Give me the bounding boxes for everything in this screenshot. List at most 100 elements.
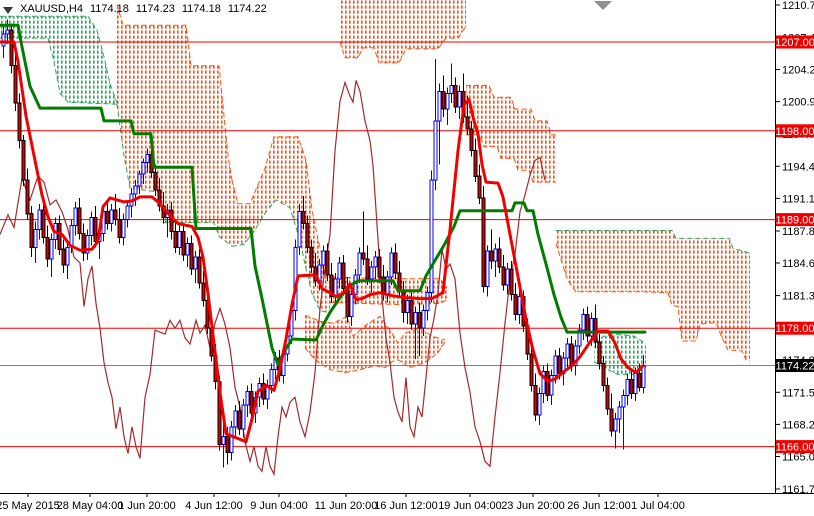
time-tick-label: 23 Jun 20:00 xyxy=(501,500,565,512)
level-price-label: 1207.00 xyxy=(775,36,814,50)
candle xyxy=(230,427,233,453)
candle xyxy=(486,251,489,287)
candle xyxy=(46,237,49,259)
candle xyxy=(358,253,361,275)
candle xyxy=(626,380,629,396)
candle xyxy=(234,411,237,427)
time-tick-label: 25 May 2015 xyxy=(0,500,60,512)
price-tick-label: 1184.60 xyxy=(782,258,814,270)
price-tick-label: 1194.40 xyxy=(782,161,814,173)
level-price-label-text: 1207.00 xyxy=(775,37,814,49)
candle xyxy=(466,117,469,129)
candle xyxy=(178,232,181,248)
price-tick-label: 1210.75 xyxy=(782,0,814,12)
candle xyxy=(618,407,621,419)
candle xyxy=(566,344,569,358)
candle xyxy=(182,232,185,256)
ohlc-open: 1174.18 xyxy=(90,3,129,15)
candle xyxy=(94,218,97,242)
candle xyxy=(410,301,413,325)
candle xyxy=(370,267,373,279)
level-price-label: 1198.00 xyxy=(776,124,814,138)
price-chart[interactable]: 1210.751207.451204.201200.951197.701194.… xyxy=(0,0,814,516)
candle xyxy=(66,247,69,265)
time-tick-label: 1 Jun 20:00 xyxy=(118,500,176,512)
candle xyxy=(186,243,189,255)
candle xyxy=(638,374,641,388)
time-tick-label: 28 May 04:00 xyxy=(57,500,124,512)
ohlc-low: 1174.18 xyxy=(182,3,221,15)
level-price-label-text: 1166.00 xyxy=(776,442,814,454)
candle xyxy=(306,224,309,248)
candle xyxy=(6,30,9,34)
candle xyxy=(406,301,409,313)
candle xyxy=(14,66,17,104)
candle xyxy=(418,312,421,328)
level-price-label-text: 1189.00 xyxy=(776,215,814,227)
candle xyxy=(58,224,61,250)
candle xyxy=(298,212,301,248)
candle xyxy=(630,380,633,394)
level-price-label: 1189.00 xyxy=(776,213,814,227)
candle xyxy=(614,419,617,431)
current-price-label: 1174.22 xyxy=(776,359,814,372)
ichimoku-cloud-orange xyxy=(117,5,232,247)
candle xyxy=(374,257,377,267)
price-tick-label: 1191.15 xyxy=(782,193,814,205)
ichimoku-cloud-orange xyxy=(556,231,750,361)
candle xyxy=(470,129,473,151)
candle xyxy=(342,263,345,289)
candle xyxy=(34,230,37,248)
candle xyxy=(142,162,145,174)
time-tick-label: 26 Jun 12:00 xyxy=(567,500,631,512)
time-axis[interactable]: 25 May 201528 May 04:001 Jun 20:00 4 Jun … xyxy=(0,493,685,512)
candle xyxy=(454,85,457,107)
candle xyxy=(366,259,369,279)
level-price-label-text: 1198.00 xyxy=(776,126,814,138)
candle xyxy=(198,257,201,283)
candle xyxy=(398,273,401,291)
candle xyxy=(146,155,149,163)
candle xyxy=(202,283,205,301)
ohlc-values: 1174.18 1174.23 1174.18 1174.22 xyxy=(90,3,267,15)
level-price-label: 1166.00 xyxy=(776,440,814,453)
candle xyxy=(502,267,505,285)
candle xyxy=(190,243,193,269)
candle xyxy=(62,249,65,265)
candle xyxy=(2,34,5,46)
candle xyxy=(326,251,329,275)
time-tick-label: 19 Jun 04:00 xyxy=(438,500,502,512)
candle xyxy=(74,208,77,226)
candle xyxy=(394,253,397,273)
level-price-label-text: 1178.00 xyxy=(776,323,814,335)
price-tick-label: 1200.95 xyxy=(782,97,814,109)
time-tick-label: 1 Jul 04:00 xyxy=(631,500,685,512)
candle xyxy=(270,370,273,386)
chart-shift-marker-icon[interactable] xyxy=(594,1,612,10)
candle xyxy=(238,411,241,429)
candle xyxy=(530,354,533,386)
candle xyxy=(246,391,249,405)
candle xyxy=(194,257,197,269)
chart-window: 1210.751207.451204.201200.951197.701194.… xyxy=(0,0,814,516)
candle xyxy=(582,314,585,330)
candle xyxy=(362,253,365,259)
price-tick-label: 1171.50 xyxy=(782,387,814,399)
candle xyxy=(498,249,501,267)
symbol-dropdown-icon[interactable] xyxy=(3,7,13,14)
candle xyxy=(610,409,613,431)
chart-plot-area[interactable] xyxy=(0,0,775,474)
candle xyxy=(126,206,129,220)
candle xyxy=(222,437,225,445)
candle xyxy=(438,91,441,121)
price-axis[interactable]: 1210.751207.451204.201200.951197.701194.… xyxy=(775,0,814,496)
candle xyxy=(442,91,445,109)
candle xyxy=(170,210,173,232)
candle xyxy=(430,180,433,293)
candle xyxy=(458,91,461,107)
candle xyxy=(518,297,521,315)
candle xyxy=(174,232,177,248)
candle xyxy=(38,210,41,230)
candle xyxy=(534,385,537,415)
time-tick-label: 4 Jun 12:00 xyxy=(185,500,243,512)
